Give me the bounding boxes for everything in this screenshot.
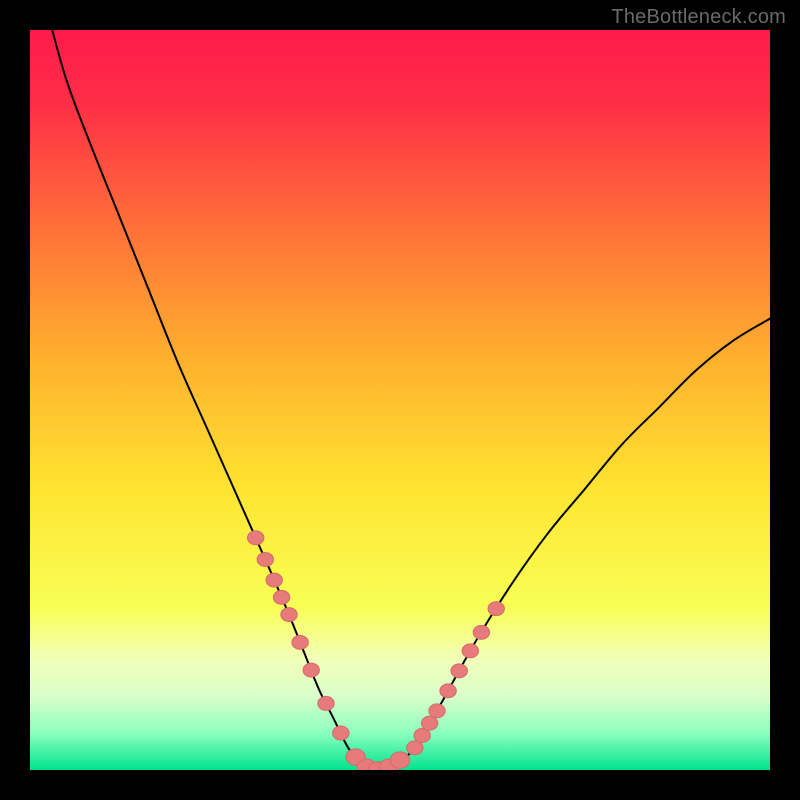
bead-marker (429, 704, 445, 718)
bead-marker (303, 663, 319, 677)
bead-marker (488, 602, 504, 616)
bead-marker (248, 531, 264, 545)
bead-marker (281, 608, 297, 622)
bead-marker (462, 644, 478, 658)
bead-marker (292, 635, 308, 649)
bead-marker (273, 590, 289, 604)
bead-marker (390, 752, 409, 768)
bead-marker (421, 716, 437, 730)
bead-marker (451, 664, 467, 678)
watermark-text: TheBottleneck.com (611, 6, 786, 29)
bead-marker (407, 741, 423, 755)
bottleneck-curve (30, 30, 770, 770)
bead-marker (333, 726, 349, 740)
bead-marker (257, 553, 273, 567)
plot-area (30, 30, 770, 770)
bead-marker (266, 573, 282, 587)
bead-marker (318, 696, 334, 710)
outer-frame: TheBottleneck.com (0, 0, 800, 800)
bead-marker (414, 729, 430, 743)
bead-marker (440, 684, 456, 698)
bead-marker (473, 625, 489, 639)
